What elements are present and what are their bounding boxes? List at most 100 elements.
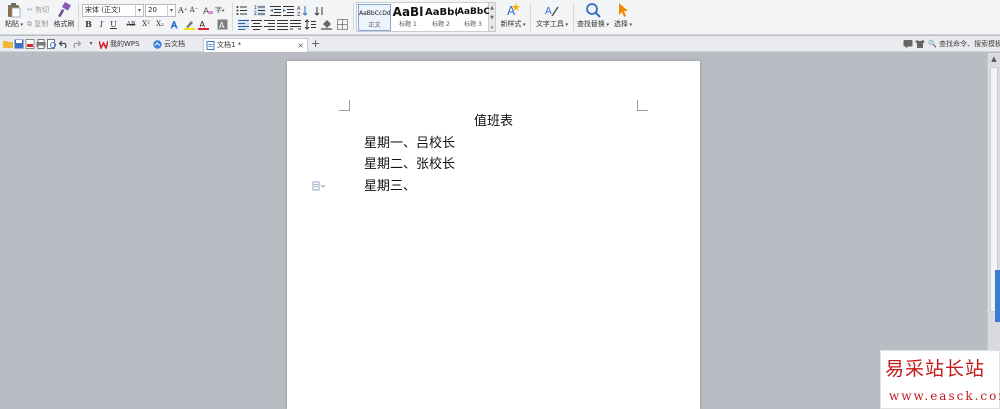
show-marks-icon <box>314 7 323 16</box>
show-marks-button[interactable] <box>314 5 325 16</box>
copy-label: 复制 <box>34 20 49 28</box>
sort-button[interactable]: AZ <box>297 5 308 16</box>
style-heading-2[interactable]: AaBb( 标题 2 <box>425 4 457 31</box>
save-button[interactable] <box>14 39 24 49</box>
cloud-icon <box>153 40 162 49</box>
paste-button[interactable]: 粘贴 ▾ <box>3 2 25 30</box>
underline-button[interactable]: U <box>108 19 119 30</box>
new-tab-button[interactable]: + <box>311 37 320 50</box>
underline-label: U <box>110 20 117 29</box>
numbered-list-button[interactable]: 12 <box>254 5 265 16</box>
select-button[interactable]: 选择 ▾ <box>611 2 635 30</box>
align-left-button[interactable] <box>238 19 249 30</box>
document-line[interactable]: 星期一、吕校长 <box>364 136 455 152</box>
cut-label: 剪切 <box>35 6 50 14</box>
shading-button[interactable] <box>321 19 332 30</box>
margin-corner-top-left <box>339 100 350 111</box>
text-tools-button[interactable]: A 文字工具 ▾ <box>535 2 569 30</box>
superscript-button[interactable]: X² <box>140 19 152 30</box>
print-button[interactable] <box>36 39 46 49</box>
svg-text:1: 1 <box>254 5 257 10</box>
style-heading-3[interactable]: AaBbC 标题 3 <box>457 4 489 31</box>
ribbon-toolbar: 粘贴 ▾ ✂ 剪切 ⧉ 复制 格式刷 宋体 (正文) ▾ 20 ▾ A⁺ A⁻ … <box>0 0 1000 35</box>
document-line[interactable]: 星期二、张校长 <box>364 157 455 173</box>
styles-scroll[interactable]: ▲ ▼ ▾ <box>489 2 496 32</box>
tab-document-1[interactable]: 文档1 * × <box>203 38 308 52</box>
new-style-button[interactable]: A 新样式 ▾ <box>500 2 526 30</box>
copy-icon: ⧉ <box>27 20 32 28</box>
tab-cloud-docs[interactable]: 云文档 <box>151 38 201 52</box>
align-right-icon <box>264 20 275 30</box>
close-icon[interactable]: × <box>297 39 304 52</box>
highlight-button[interactable] <box>184 19 195 30</box>
redo-button[interactable] <box>71 39 81 49</box>
wps-logo-icon <box>99 40 108 49</box>
open-folder-button[interactable] <box>3 39 13 49</box>
side-panel-toggle[interactable] <box>995 270 1000 322</box>
command-search-input[interactable]: 🔍 查找命令、搜索模板 <box>928 39 1000 49</box>
document-title[interactable]: 值班表 <box>287 114 700 130</box>
font-color-icon: A <box>198 20 209 30</box>
find-replace-button[interactable]: 查找替换 ▾ <box>576 2 610 30</box>
numbered-list-icon: 12 <box>254 5 265 16</box>
align-right-button[interactable] <box>264 19 275 30</box>
text-effect-button[interactable]: A <box>170 19 181 30</box>
chevron-down-icon: ▾ <box>89 40 93 47</box>
style-heading-1[interactable]: AaBl 标题 1 <box>392 4 424 31</box>
line-spacing-icon <box>305 19 316 30</box>
margin-corner-top-right <box>637 100 648 111</box>
divider <box>232 3 233 31</box>
skin-button[interactable] <box>915 39 925 49</box>
clear-format-button[interactable]: A <box>202 5 213 16</box>
justify-button[interactable] <box>277 19 288 30</box>
tab-my-wps[interactable]: 我的WPS <box>97 38 149 52</box>
new-style-label: 新样式 <box>500 20 522 28</box>
font-name-select[interactable]: 宋体 (正文) ▾ <box>82 4 144 17</box>
undo-button[interactable] <box>59 39 69 49</box>
document-line[interactable]: 星期三、 <box>364 179 416 195</box>
format-painter-label: 格式刷 <box>53 20 75 28</box>
strikethrough-label: AB <box>126 21 136 28</box>
copy-button[interactable]: ⧉ 复制 <box>27 19 48 29</box>
notification-button[interactable] <box>903 39 913 49</box>
style-preview: AaBbC <box>457 7 489 17</box>
search-icon <box>586 3 601 18</box>
grow-font-button[interactable]: A⁺ <box>178 5 188 16</box>
paragraph-handle-icon[interactable] <box>312 181 326 191</box>
strikethrough-button[interactable]: AB <box>124 19 138 30</box>
format-painter-button[interactable]: 格式刷 <box>53 2 75 29</box>
style-label: 正文 <box>368 22 381 29</box>
paste-icon <box>8 3 21 18</box>
paint-bucket-icon <box>321 20 332 30</box>
align-center-button[interactable] <box>251 19 262 30</box>
bold-button[interactable]: B <box>83 19 94 30</box>
quick-access-bar: ▾ 我的WPS 云文档 文档1 * × <box>0 36 1000 52</box>
shirt-icon <box>915 40 925 48</box>
line-spacing-button[interactable] <box>305 19 316 30</box>
style-normal[interactable]: AaBbCcDd 正文 <box>358 4 391 31</box>
phonetic-dropdown[interactable]: 字▾ <box>215 5 225 16</box>
cursor-icon <box>619 3 628 17</box>
distribute-button[interactable] <box>290 19 301 30</box>
customize-quick-access-dropdown[interactable]: ▾ <box>86 39 96 49</box>
bullet-list-button[interactable] <box>236 5 247 16</box>
borders-button[interactable] <box>337 19 348 30</box>
cut-button[interactable]: ✂ 剪切 <box>27 5 49 15</box>
increase-indent-button[interactable] <box>283 5 294 16</box>
folder-icon <box>3 41 13 48</box>
shrink-font-button[interactable]: A⁻ <box>189 5 199 16</box>
text-tools-icon: A <box>545 6 559 17</box>
print-preview-button[interactable] <box>47 39 57 49</box>
char-shading-button[interactable]: A <box>217 19 228 30</box>
font-size-select[interactable]: 20 ▾ <box>145 4 176 17</box>
scroll-up-icon[interactable]: ▲ <box>989 54 999 64</box>
font-color-button[interactable]: A <box>198 19 209 30</box>
decrease-indent-button[interactable] <box>270 5 281 16</box>
export-pdf-button[interactable] <box>25 39 35 49</box>
document-page[interactable]: 值班表 星期一、吕校长 星期二、张校长 星期三、 <box>287 61 700 409</box>
italic-button[interactable]: I <box>96 19 107 30</box>
svg-text:Z: Z <box>297 12 301 16</box>
increase-indent-icon <box>283 6 294 16</box>
subscript-button[interactable]: X₂ <box>154 19 166 30</box>
style-label: 标题 3 <box>464 21 482 28</box>
